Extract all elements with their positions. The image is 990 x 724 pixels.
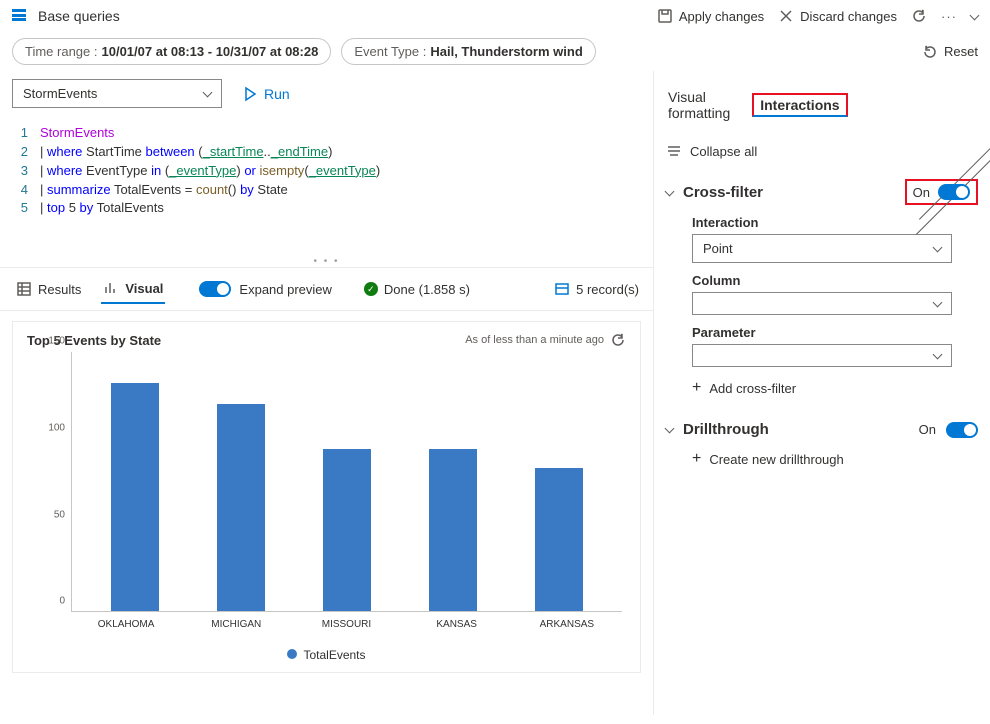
page-title: Base queries (38, 8, 120, 24)
interaction-value: Point (703, 241, 733, 256)
chevron-down-icon (933, 298, 943, 308)
type-label: Event Type : (354, 44, 426, 59)
chevron-down-icon (933, 243, 943, 253)
expand-preview-toggle[interactable] (199, 281, 231, 297)
expand-panel-icon[interactable] (868, 90, 990, 120)
discard-changes-button[interactable]: Discard changes (778, 8, 897, 24)
status-done-icon: ✓ (364, 282, 378, 296)
done-label: Done (1.858 s) (384, 282, 470, 297)
drillthrough-section-header[interactable]: Drillthrough On (666, 421, 978, 438)
plus-icon: + (692, 379, 701, 397)
chevron-down-icon (665, 424, 675, 434)
interaction-select[interactable]: Point (692, 234, 952, 263)
tab-visual[interactable]: Visual (101, 274, 165, 304)
records-icon (554, 281, 570, 297)
collapse-all-button[interactable]: Collapse all (666, 135, 978, 167)
refresh-icon[interactable] (911, 8, 927, 24)
collapse-icon (666, 143, 682, 159)
run-button[interactable]: Run (234, 82, 298, 106)
chart-legend: TotalEvents (27, 648, 626, 662)
crossfilter-on-label: On (913, 185, 930, 200)
record-count: 5 record(s) (554, 281, 639, 297)
xlabel: KANSAS (423, 619, 491, 630)
bar-oklahoma[interactable] (111, 383, 159, 611)
parameter-select[interactable] (692, 344, 952, 367)
bar-kansas[interactable] (429, 449, 477, 611)
collapse-label: Collapse all (690, 144, 757, 159)
drill-on-label: On (919, 422, 936, 437)
chevron-down-icon (665, 186, 675, 196)
chart-title: Top 5 Events by State (27, 333, 161, 348)
xlabel: ARKANSAS (533, 619, 601, 630)
run-label: Run (264, 86, 290, 102)
expand-label: Expand preview (239, 282, 332, 297)
tab-visual-formatting[interactable]: Visual formatting (666, 85, 732, 125)
source-select[interactable]: StormEvents (12, 79, 222, 108)
crossfilter-toggle[interactable] (938, 184, 970, 200)
play-icon (242, 86, 258, 102)
chart-timestamp: As of less than a minute ago (465, 334, 604, 346)
add-crossfilter-button[interactable]: + Add cross-filter (692, 379, 978, 397)
xlabel: MICHIGAN (202, 619, 270, 630)
type-value: Hail, Thunderstorm wind (430, 44, 582, 59)
grid-icon (12, 9, 26, 23)
parameter-label: Parameter (692, 325, 978, 340)
drag-handle[interactable]: • • • (0, 226, 653, 267)
results-label: Results (38, 282, 81, 297)
apply-label: Apply changes (679, 9, 764, 24)
plus-icon: + (692, 450, 701, 468)
crossfilter-title: Cross-filter (683, 184, 895, 201)
discard-label: Discard changes (800, 9, 897, 24)
create-drillthrough-button[interactable]: + Create new drillthrough (692, 450, 978, 468)
chevron-down-icon (933, 350, 943, 360)
chart-icon (103, 280, 119, 296)
tab-interactions[interactable]: Interactions (752, 93, 847, 117)
refresh-icon[interactable] (610, 332, 626, 348)
source-value: StormEvents (23, 86, 97, 101)
xlabel: OKLAHOMA (92, 619, 160, 630)
more-icon[interactable]: ··· (941, 9, 957, 24)
bar-missouri[interactable] (323, 449, 371, 611)
time-label: Time range : (25, 44, 98, 59)
time-value: 10/01/07 at 08:13 - 10/31/07 at 08:28 (102, 44, 319, 59)
drillthrough-toggle[interactable] (946, 422, 978, 438)
reset-icon (922, 44, 938, 60)
drillthrough-title: Drillthrough (683, 421, 909, 438)
tab-results[interactable]: Results (14, 275, 83, 303)
column-select[interactable] (692, 292, 952, 315)
add-crossfilter-label: Add cross-filter (709, 381, 796, 396)
chevron-down-icon[interactable] (970, 10, 980, 20)
time-range-filter[interactable]: Time range : 10/01/07 at 08:13 - 10/31/0… (12, 38, 331, 65)
interaction-label: Interaction (692, 215, 978, 230)
records-label: 5 record(s) (576, 282, 639, 297)
event-type-filter[interactable]: Event Type : Hail, Thunderstorm wind (341, 38, 595, 65)
column-label: Column (692, 273, 978, 288)
xlabel: MISSOURI (312, 619, 380, 630)
save-icon (657, 8, 673, 24)
chevron-down-icon (203, 88, 213, 98)
bar-chart[interactable]: 050100150 OKLAHOMAMICHIGANMISSOURIKANSAS… (27, 352, 626, 642)
bar-arkansas[interactable] (535, 468, 583, 611)
query-editor[interactable]: 1StormEvents 2| where StartTime between … (0, 116, 653, 226)
apply-changes-button[interactable]: Apply changes (657, 8, 764, 24)
create-drill-label: Create new drillthrough (709, 452, 843, 467)
table-icon (16, 281, 32, 297)
reset-label: Reset (944, 44, 978, 59)
visual-label: Visual (125, 281, 163, 296)
reset-button[interactable]: Reset (922, 44, 978, 60)
chart-card: Top 5 Events by State As of less than a … (12, 321, 641, 673)
close-icon (778, 8, 794, 24)
bar-michigan[interactable] (217, 404, 265, 611)
